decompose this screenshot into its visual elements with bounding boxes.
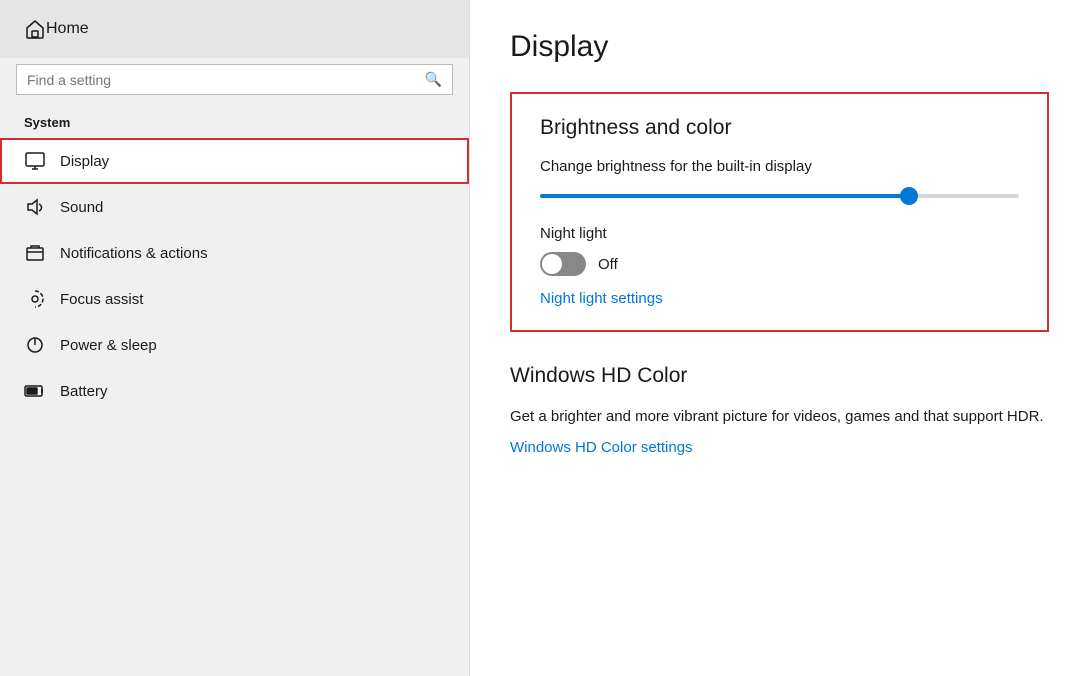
home-icon — [24, 18, 46, 40]
night-light-toggle[interactable] — [540, 252, 586, 276]
notifications-icon — [24, 242, 46, 264]
sidebar-power-label: Power & sleep — [60, 337, 157, 354]
sidebar-display-label: Display — [60, 153, 109, 170]
sidebar-item-battery[interactable]: Battery — [0, 368, 469, 414]
sidebar-item-power[interactable]: Power & sleep — [0, 322, 469, 368]
brightness-section: Brightness and color Change brightness f… — [510, 92, 1049, 332]
sidebar-item-focus[interactable]: Focus assist — [0, 276, 469, 322]
sidebar-home-label: Home — [46, 20, 89, 38]
page-title: Display — [510, 30, 1049, 64]
search-icon: 🔍 — [425, 71, 442, 88]
toggle-off-label: Off — [598, 256, 618, 273]
brightness-section-title: Brightness and color — [540, 116, 1019, 140]
sidebar-item-notifications[interactable]: Notifications & actions — [0, 230, 469, 276]
sidebar-item-sound[interactable]: Sound — [0, 184, 469, 230]
focus-icon — [24, 288, 46, 310]
night-light-label: Night light — [540, 225, 1019, 242]
brightness-label: Change brightness for the built-in displ… — [540, 158, 1019, 175]
power-icon — [24, 334, 46, 356]
display-icon — [24, 150, 46, 172]
search-input[interactable] — [27, 72, 425, 88]
hd-color-title: Windows HD Color — [510, 364, 1049, 388]
main-content: Display Brightness and color Change brig… — [470, 0, 1089, 676]
hd-color-section: Windows HD Color Get a brighter and more… — [510, 364, 1049, 457]
toggle-knob — [542, 254, 562, 274]
night-light-toggle-row: Off — [540, 252, 1019, 276]
battery-icon — [24, 380, 46, 402]
brightness-slider[interactable] — [540, 194, 1019, 198]
hd-color-settings-link[interactable]: Windows HD Color settings — [510, 439, 693, 456]
sidebar-section-label: System — [0, 109, 469, 138]
sidebar: Home 🔍 System Display Sound — [0, 0, 470, 676]
sidebar-item-display[interactable]: Display — [0, 138, 469, 184]
sidebar-focus-label: Focus assist — [60, 291, 143, 308]
sidebar-battery-label: Battery — [60, 383, 108, 400]
sound-icon — [24, 196, 46, 218]
search-box[interactable]: 🔍 — [16, 64, 453, 95]
sidebar-sound-label: Sound — [60, 199, 103, 216]
hd-color-description: Get a brighter and more vibrant picture … — [510, 406, 1049, 429]
sidebar-notifications-label: Notifications & actions — [60, 245, 208, 262]
sidebar-item-home[interactable]: Home — [0, 0, 469, 58]
brightness-slider-container[interactable] — [540, 185, 1019, 203]
night-light-settings-link[interactable]: Night light settings — [540, 290, 663, 307]
